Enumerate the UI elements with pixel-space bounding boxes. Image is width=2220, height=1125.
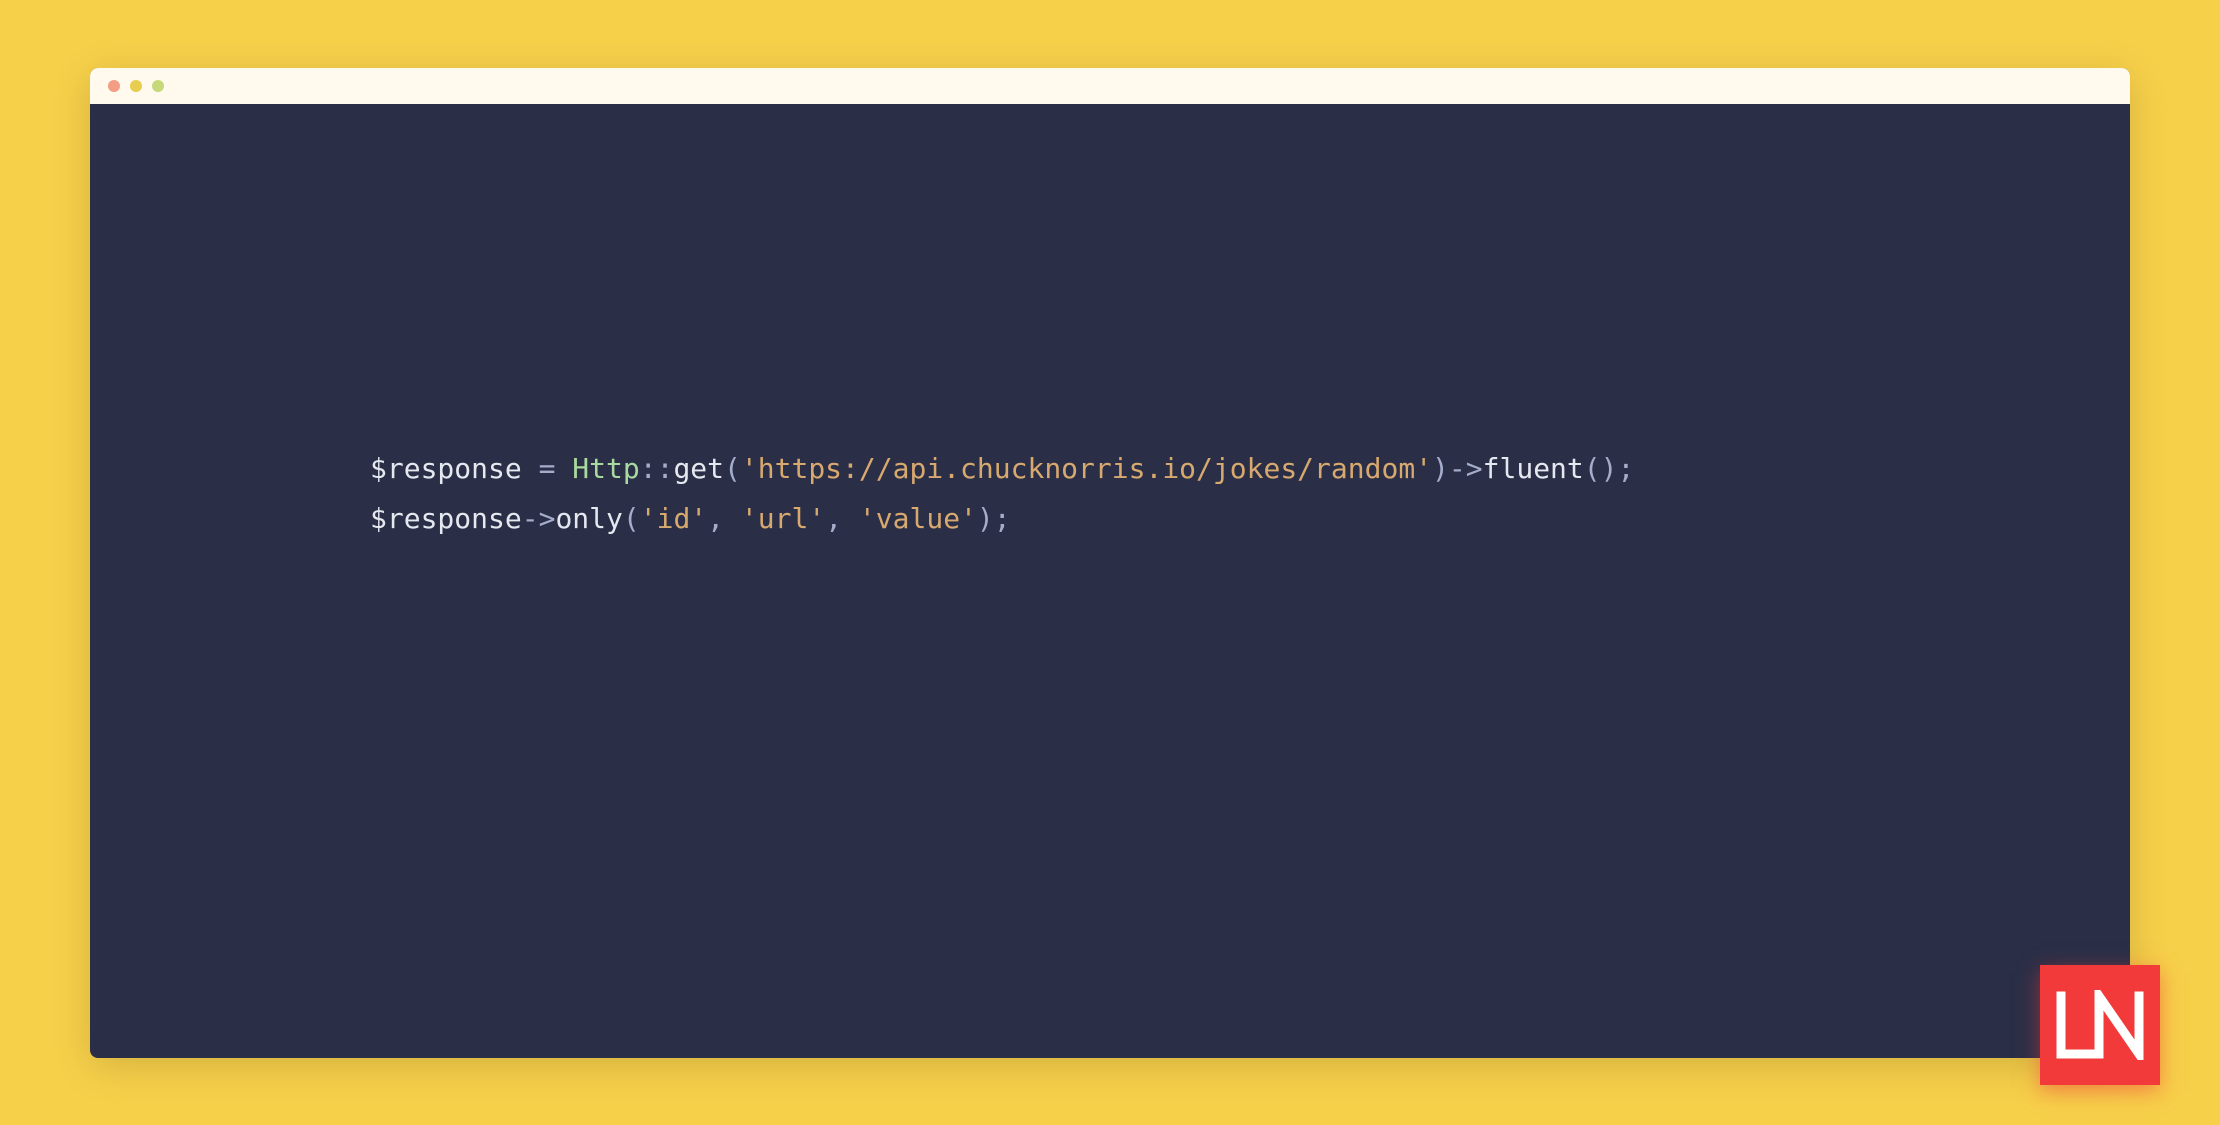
- code-token-paren: ): [1432, 452, 1449, 485]
- code-token-comma: ,: [707, 502, 741, 535]
- code-block: $response = Http::get('https://api.chuck…: [370, 444, 2130, 545]
- code-token-string: 'id': [640, 502, 707, 535]
- logo-ln-icon: [2055, 990, 2145, 1060]
- code-token-paren: (: [623, 502, 640, 535]
- code-token-variable: $response: [370, 502, 522, 535]
- code-token-string: 'value': [859, 502, 977, 535]
- code-token-semi: ;: [1618, 452, 1635, 485]
- code-token-arrow: ->: [522, 502, 556, 535]
- brand-logo: [2040, 965, 2160, 1085]
- code-window: $response = Http::get('https://api.chuck…: [90, 68, 2130, 1058]
- code-token-comma: ,: [825, 502, 859, 535]
- code-token-string: 'url': [741, 502, 825, 535]
- code-token-paren: ): [977, 502, 994, 535]
- code-token-variable: $response: [370, 452, 522, 485]
- code-token-paren: (: [724, 452, 741, 485]
- code-token-operator: =: [522, 452, 573, 485]
- close-icon[interactable]: [108, 80, 120, 92]
- code-token-string: 'https://api.chucknorris.io/jokes/random…: [741, 452, 1432, 485]
- code-token-paren: ): [1601, 452, 1618, 485]
- window-titlebar: [90, 68, 2130, 104]
- code-token-paren: (: [1584, 452, 1601, 485]
- maximize-icon[interactable]: [152, 80, 164, 92]
- code-token-function: fluent: [1483, 452, 1584, 485]
- code-token-class: Http: [572, 452, 639, 485]
- minimize-icon[interactable]: [130, 80, 142, 92]
- code-token-arrow: ->: [1449, 452, 1483, 485]
- code-editor: $response = Http::get('https://api.chuck…: [90, 104, 2130, 1058]
- code-token-scope: ::: [640, 452, 674, 485]
- code-token-function: only: [555, 502, 622, 535]
- code-token-function: get: [673, 452, 724, 485]
- code-token-semi: ;: [994, 502, 1011, 535]
